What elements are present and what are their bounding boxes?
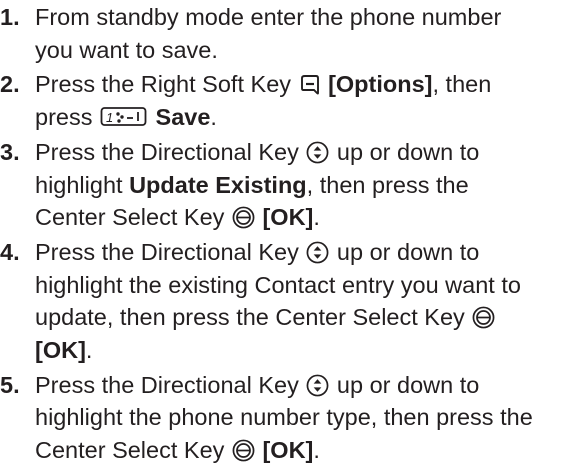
step-text: . (313, 204, 320, 231)
directional-key-icon (306, 241, 329, 264)
step-number: 5. (0, 371, 20, 398)
step-text: , then (432, 71, 492, 98)
step-text: highlight (35, 171, 123, 198)
step-text: Center Select Key (35, 204, 225, 231)
step-text-line: Press the Right Soft Key [Options], then (35, 68, 586, 101)
step-text: up or down to (336, 371, 480, 398)
step-number: 1. (0, 4, 20, 30)
step-1: 1. From standby mode enter the phone num… (0, 1, 586, 66)
step-text: Press the Right Soft Key (35, 71, 292, 98)
directional-key-icon (306, 374, 329, 397)
step-text: . (210, 104, 217, 131)
step-5: 5. Press the Directional Key up or down … (0, 369, 586, 467)
directional-key-icon (306, 141, 329, 164)
step-text: update, then press the Center Select Key (35, 304, 465, 331)
step-text: Center Select Key (35, 437, 225, 464)
step-text: up or down to (336, 238, 480, 265)
step-number: 4. (0, 238, 20, 265)
key-1-icon: 1 (100, 106, 148, 128)
right-soft-key-icon (299, 74, 321, 96)
ok-label: [OK] (262, 204, 314, 231)
step-text: , then press the (306, 171, 469, 198)
step-text-line: highlight the existing Contact entry you… (35, 271, 521, 298)
step-text-line: update, then press the Center Select Key (35, 301, 586, 334)
step-text-line: Press the Directional Key up or down to (35, 369, 586, 402)
step-text: Press the Directional Key (35, 371, 299, 398)
step-text-line: you want to save. (35, 36, 218, 63)
step-text-line: press 1 Save. (35, 101, 586, 134)
step-text-line: highlight Update Existing, then press th… (35, 169, 586, 202)
svg-text:1: 1 (106, 110, 113, 125)
step-text: up or down to (336, 138, 480, 165)
update-existing-label: Update Existing (129, 171, 307, 198)
step-4: 4. Press the Directional Key up or down … (0, 236, 586, 367)
step-text: Press the Directional Key (35, 138, 299, 165)
step-text: . (313, 437, 320, 464)
step-text-line: From standby mode enter the phone number (35, 4, 502, 30)
step-text-line: Press the Directional Key up or down to (35, 236, 586, 269)
save-label: Save (155, 104, 211, 131)
ok-label: [OK] (262, 437, 314, 464)
step-number: 3. (0, 138, 20, 165)
ok-label: [OK] (35, 337, 86, 364)
options-label: [Options] (328, 71, 433, 98)
step-text-line: [OK]. (35, 334, 586, 367)
step-number: 2. (0, 71, 20, 98)
step-text-line: Press the Directional Key up or down to (35, 136, 586, 169)
step-2: 2. Press the Right Soft Key [Options], t… (0, 68, 586, 133)
center-select-key-icon (232, 206, 255, 229)
step-text-line: highlight the phone number type, then pr… (35, 404, 533, 431)
step-text: press (35, 104, 93, 131)
step-text: Press the Directional Key (35, 238, 299, 265)
instruction-steps: 1. From standby mode enter the phone num… (0, 0, 586, 463)
step-text: . (85, 337, 93, 364)
step-text-line: Center Select Key [OK]. (35, 201, 586, 234)
center-select-key-icon (472, 306, 495, 329)
step-3: 3. Press the Directional Key up or down … (0, 136, 586, 234)
center-select-key-icon (232, 439, 255, 462)
step-text-line: Center Select Key [OK]. (35, 434, 586, 467)
